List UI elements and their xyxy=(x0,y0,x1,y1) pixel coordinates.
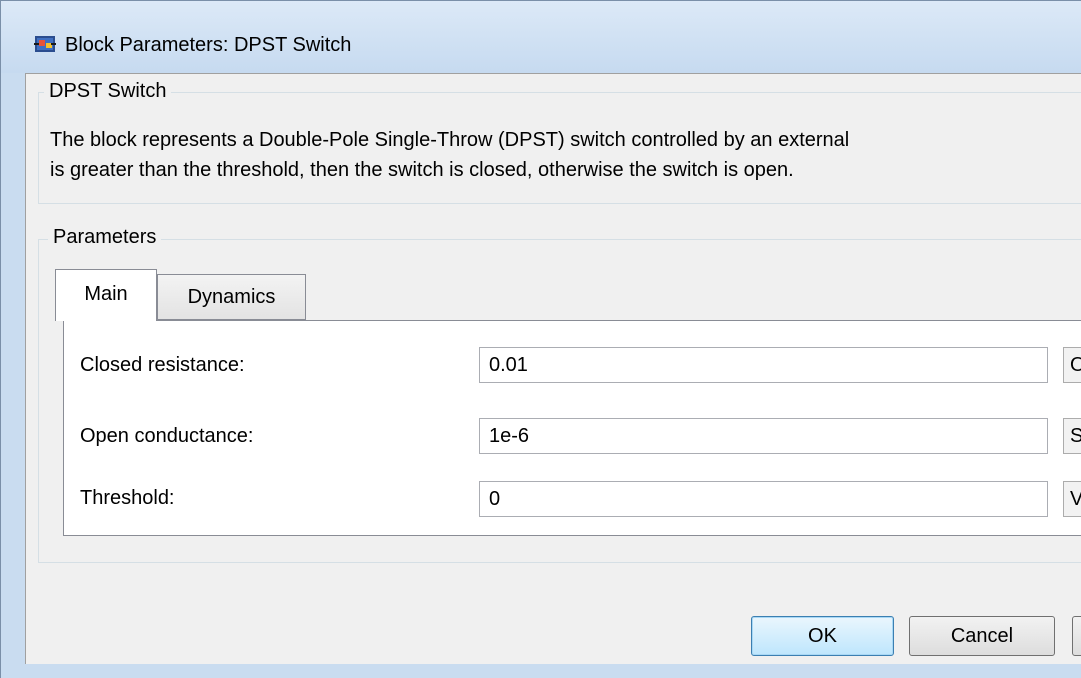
window-title: Block Parameters: DPST Switch xyxy=(65,34,352,56)
threshold-label: Threshold: xyxy=(80,487,175,509)
open-conductance-input[interactable] xyxy=(479,418,1048,454)
open-conductance-label: Open conductance: xyxy=(80,425,254,447)
dialog-client-area: DPST Switch The block represents a Doubl… xyxy=(25,73,1081,664)
tab-main[interactable]: Main xyxy=(55,269,157,321)
cancel-button[interactable]: Cancel xyxy=(909,616,1055,656)
title-bar[interactable]: Block Parameters: DPST Switch xyxy=(1,1,1081,73)
block-description: The block represents a Double-Pole Singl… xyxy=(50,125,849,185)
tab-dynamics[interactable]: Dynamics xyxy=(157,274,306,320)
closed-resistance-label: Closed resistance: xyxy=(80,354,245,376)
closed-resistance-input[interactable] xyxy=(479,347,1048,383)
dialog-window: Block Parameters: DPST Switch DPST Switc… xyxy=(0,0,1081,678)
closed-resistance-unit-dropdown[interactable]: O xyxy=(1063,347,1081,383)
parameters-group-title: Parameters xyxy=(48,225,162,249)
help-button[interactable] xyxy=(1072,616,1081,656)
main-tab-panel: Closed resistance: O Open conductance: S… xyxy=(63,320,1081,536)
description-line-1: The block represents a Double-Pole Singl… xyxy=(50,129,850,151)
description-group-title: DPST Switch xyxy=(44,79,172,103)
ok-button[interactable]: OK xyxy=(751,616,894,656)
description-line-2: is greater than the threshold, then the … xyxy=(50,159,794,181)
simulink-block-icon xyxy=(34,36,56,52)
threshold-input[interactable] xyxy=(479,481,1048,517)
open-conductance-unit-dropdown[interactable]: S xyxy=(1063,418,1081,454)
threshold-unit-dropdown[interactable]: V xyxy=(1063,481,1081,517)
